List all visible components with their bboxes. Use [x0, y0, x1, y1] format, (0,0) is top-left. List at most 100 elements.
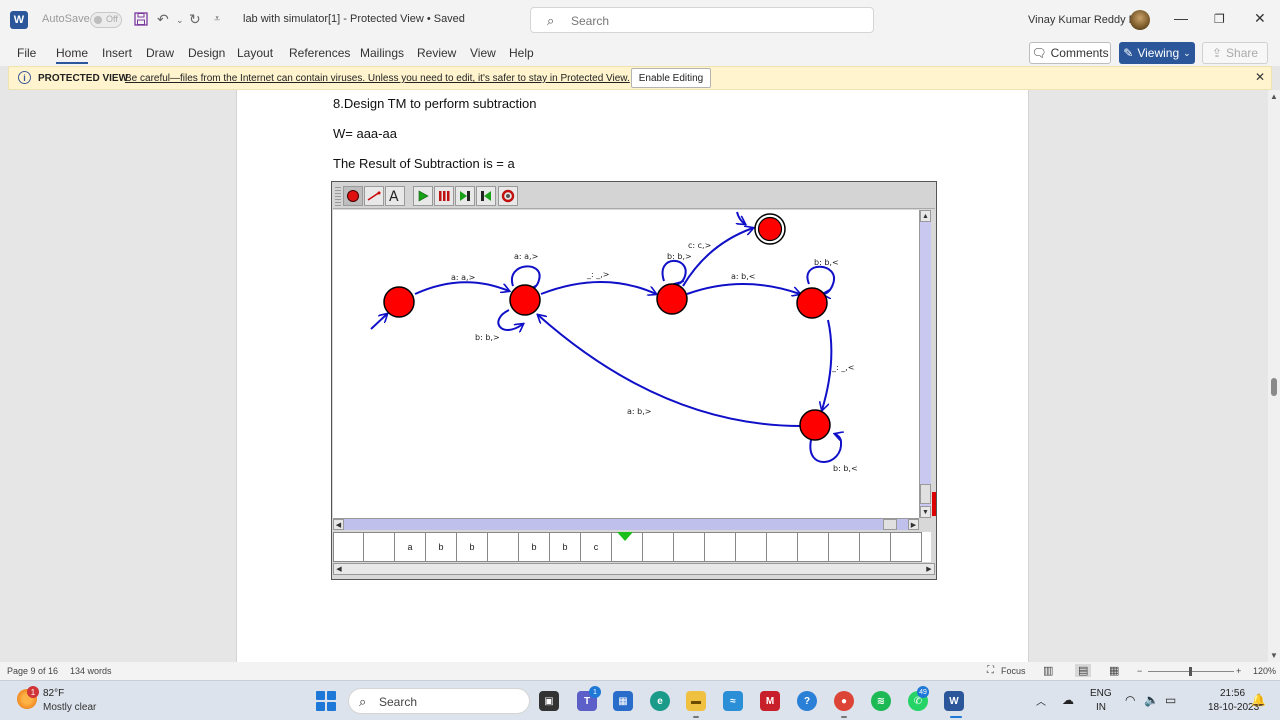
mcafee-pc-icon[interactable]: ≈: [723, 691, 743, 711]
label-t2: a: a,>: [514, 252, 538, 261]
title-dropdown-icon[interactable]: ⌄: [458, 14, 466, 25]
volume-icon[interactable]: 🔈: [1144, 693, 1159, 707]
tab-references[interactable]: References: [289, 46, 350, 60]
scroll-left-icon: ◀: [336, 566, 342, 573]
state-q4: [799, 409, 831, 441]
print-layout-icon[interactable]: ▤: [1075, 664, 1092, 677]
tab-file[interactable]: File: [17, 46, 36, 60]
simulator-horizontal-scrollbar: ◀ ▶: [333, 518, 919, 530]
zoom-in-icon[interactable]: +: [1236, 666, 1241, 676]
weather-temp[interactable]: 82°F: [43, 688, 64, 699]
close-icon[interactable]: ✕: [1254, 10, 1266, 27]
tab-help[interactable]: Help: [509, 46, 534, 60]
customize-qat-icon[interactable]: ⩡: [214, 13, 220, 26]
text-tool-icon: A: [385, 186, 405, 206]
close-banner-icon[interactable]: ✕: [1255, 70, 1265, 84]
mcafee-icon[interactable]: M: [760, 691, 780, 711]
tab-design[interactable]: Design: [188, 46, 225, 60]
undo-icon[interactable]: ↶: [157, 11, 169, 28]
tab-view[interactable]: View: [470, 46, 496, 60]
language[interactable]: ENG: [1090, 688, 1112, 699]
autosave-toggle[interactable]: Off: [90, 12, 122, 28]
undo-dropdown-icon[interactable]: ⌄: [176, 15, 184, 26]
protected-view-message[interactable]: Be careful—files from the Internet can c…: [125, 73, 630, 84]
comment-icon: 🗨: [1031, 46, 1047, 60]
chevron-up-icon[interactable]: ︿: [1036, 693, 1046, 708]
enable-editing-button[interactable]: Enable Editing: [631, 68, 711, 88]
word-count[interactable]: 134 words: [70, 666, 112, 676]
pause-icon: [434, 186, 454, 206]
tape-cell: b: [519, 532, 550, 562]
help-icon[interactable]: ?: [797, 691, 817, 711]
label-t11: b: b,<: [833, 464, 858, 473]
redo-icon[interactable]: ↻: [189, 11, 201, 28]
tape-scrollbar: ◀ ▶: [333, 563, 935, 575]
start-icon[interactable]: [316, 691, 336, 711]
user-name[interactable]: Vinay Kumar Reddy R: [1028, 14, 1137, 26]
wifi-icon[interactable]: ◠: [1125, 693, 1135, 707]
tape-cell: [829, 532, 860, 562]
page-count[interactable]: Page 9 of 16: [7, 666, 58, 676]
label-t10: a: b,>: [627, 407, 651, 416]
scroll-thumb[interactable]: [1271, 378, 1277, 396]
word-logo-icon: W: [10, 11, 28, 29]
scroll-down-icon[interactable]: ▼: [1270, 651, 1278, 660]
battery-icon[interactable]: ▭: [1165, 693, 1176, 707]
task-view-icon[interactable]: ▣: [539, 691, 559, 711]
tab-layout[interactable]: Layout: [237, 46, 273, 60]
label-t1: a: a,>: [451, 273, 475, 282]
taskbar-search[interactable]: ⌕ Search: [348, 688, 530, 714]
save-icon[interactable]: [134, 12, 148, 26]
clock-time[interactable]: 21:56: [1220, 688, 1245, 699]
zoom-out-icon[interactable]: −: [1137, 666, 1142, 676]
notifications-icon[interactable]: 🔔: [1251, 693, 1266, 707]
chrome-icon[interactable]: ●: [834, 691, 854, 711]
step-icon: [455, 186, 475, 206]
edge-icon[interactable]: e: [650, 691, 670, 711]
whatsapp-badge: 49: [917, 686, 929, 698]
tab-draw[interactable]: Draw: [146, 46, 174, 60]
word-active-indicator: [950, 716, 962, 718]
simulator-vertical-scrollbar: ▲ ▼: [919, 210, 931, 518]
document-area: 8.Design TM to perform subtraction W= aa…: [0, 90, 1268, 662]
focus-label[interactable]: Focus: [1001, 666, 1026, 676]
web-layout-icon[interactable]: ▦: [1109, 664, 1119, 677]
tape-cell: [860, 532, 891, 562]
scroll-right-icon: ▶: [926, 566, 932, 573]
document-vertical-scrollbar[interactable]: ▲ ▼: [1268, 90, 1280, 662]
store-icon[interactable]: ▦: [613, 691, 633, 711]
scroll-left-icon: ◀: [333, 519, 344, 530]
zoom-slider-thumb[interactable]: [1189, 667, 1192, 676]
autosave-label: AutoSave: [42, 13, 90, 25]
start-arrow: [370, 314, 387, 330]
zoom-level[interactable]: 120%: [1253, 666, 1276, 676]
tm-simulator-image: A a: a,> a: a,> b: b,> _: _,> b: b,> c: …: [331, 181, 937, 580]
file-explorer-icon[interactable]: ▬: [686, 691, 706, 711]
spotify-icon[interactable]: ≋: [871, 691, 891, 711]
label-t5: b: b,>: [667, 252, 692, 261]
focus-icon[interactable]: ⛶: [987, 665, 994, 676]
teams-badge: 1: [589, 686, 601, 698]
search-input[interactable]: ⌕ Search: [530, 7, 874, 33]
weather-desc[interactable]: Mostly clear: [43, 702, 96, 713]
document-title[interactable]: lab with simulator[1] - Protected View •…: [243, 13, 465, 25]
edge-q1-q2: [540, 281, 656, 294]
region[interactable]: IN: [1096, 702, 1106, 713]
tab-review[interactable]: Review: [417, 46, 456, 60]
tab-mailings[interactable]: Mailings: [360, 46, 404, 60]
scroll-up-icon[interactable]: ▲: [1270, 92, 1278, 101]
tab-home[interactable]: Home: [56, 46, 89, 64]
transition-tool-icon: [364, 186, 384, 206]
avatar[interactable]: [1130, 10, 1150, 30]
viewing-button[interactable]: ✎ Viewing ⌄: [1119, 42, 1195, 64]
tab-insert[interactable]: Insert: [102, 46, 132, 60]
comments-button[interactable]: 🗨 Comments: [1029, 42, 1111, 64]
loop-qf: [737, 211, 745, 224]
minimize-icon[interactable]: —: [1174, 10, 1188, 26]
search-icon: ⌕: [547, 13, 555, 28]
word-taskbar-icon[interactable]: W: [944, 691, 964, 711]
read-mode-icon[interactable]: ▥: [1043, 664, 1053, 677]
share-button[interactable]: ⇪ Share: [1202, 42, 1268, 64]
restore-icon[interactable]: ❐: [1214, 12, 1225, 26]
onedrive-icon[interactable]: ☁: [1062, 693, 1074, 707]
